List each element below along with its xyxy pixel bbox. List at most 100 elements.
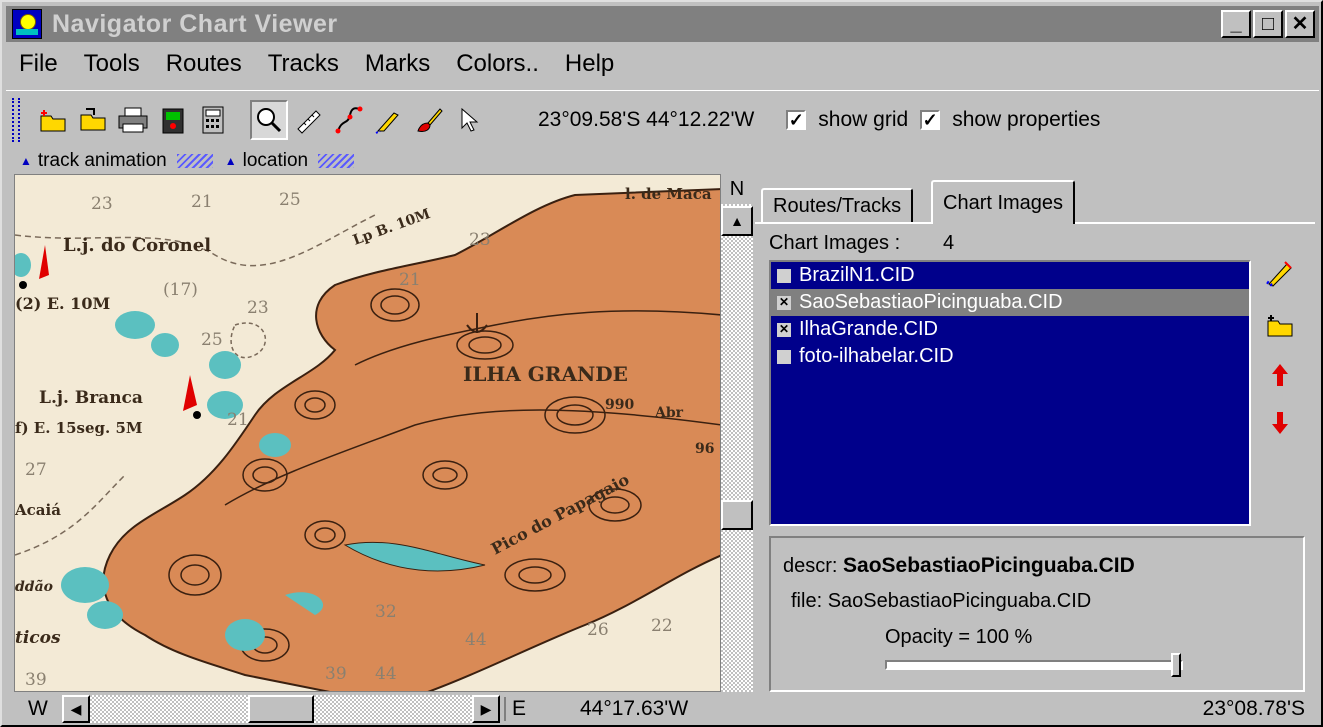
chart-images-page: Chart Images : 4 BrazilN1.CID ✕ SaoSebas… (755, 222, 1315, 692)
open-folder-icon[interactable] (74, 100, 112, 140)
menu-help[interactable]: Help (552, 50, 627, 78)
window-title: Navigator Chart Viewer (52, 9, 338, 38)
descr-label: descr: (783, 555, 838, 577)
map-label: L.j. do Coronel (63, 235, 211, 256)
opacity-slider-thumb[interactable] (1171, 653, 1181, 677)
expand-triangle-icon[interactable]: ▲ (20, 154, 32, 168)
vertical-scroll-thumb[interactable] (721, 500, 753, 530)
file-value: SaoSebastiaoPicinguaba.CID (827, 590, 1092, 612)
zoom-icon[interactable] (250, 99, 288, 140)
opacity-label: Opacity = 100 % (885, 626, 1033, 648)
scroll-up-button[interactable]: ▲ (721, 206, 753, 236)
show-properties-checkbox[interactable]: ✓ (920, 109, 941, 130)
add-image-icon[interactable] (1263, 308, 1297, 342)
show-grid-toggle[interactable]: ✓ show grid (786, 108, 908, 132)
opacity-slider[interactable] (885, 653, 1183, 677)
longitude-readout: 44°17.63'W (580, 697, 689, 720)
scroll-right-button[interactable]: ▶ (472, 695, 500, 723)
depth-sounding: 27 (25, 460, 47, 480)
menu-marks[interactable]: Marks (352, 50, 443, 78)
track-animation-bar[interactable]: ▲ track animation (14, 150, 219, 172)
east-label: E (504, 697, 544, 721)
tab-chart-images[interactable]: Chart Images (931, 180, 1076, 224)
vertical-scrollbar[interactable]: N ▲ (721, 174, 753, 692)
bar-grip-icon[interactable] (176, 154, 213, 168)
depth-sounding: 39 (325, 664, 347, 684)
depth-sounding: 44 (465, 630, 487, 650)
bar-grip-icon[interactable] (318, 154, 355, 168)
list-item[interactable]: ✕ SaoSebastiaoPicinguaba.CID (771, 289, 1249, 316)
depth-sounding: 32 (375, 602, 397, 622)
chart-images-count: 4 (943, 232, 955, 254)
calculator-icon[interactable] (194, 100, 232, 140)
sub-toolbars: ▲ track animation ▲ location (14, 150, 360, 172)
menu-colors[interactable]: Colors.. (443, 50, 552, 78)
depth-sounding: 23 (247, 298, 269, 318)
location-bar[interactable]: ▲ location (219, 150, 360, 172)
horizontal-scrollbar[interactable]: ◀ ▶ (62, 695, 500, 723)
menu-routes[interactable]: Routes (153, 50, 255, 78)
toolbar-grip[interactable] (12, 97, 20, 142)
show-properties-toggle[interactable]: ✓ show properties (920, 108, 1100, 132)
side-panel: Routes/Tracks Chart Images Chart Images … (755, 174, 1319, 692)
depth-sounding: 21 (399, 270, 421, 290)
map-label: l. de Maca (625, 185, 712, 203)
list-item[interactable]: foto-ilhabelar.CID (771, 343, 1249, 370)
depth-sounding: 25 (201, 330, 223, 350)
depth-sounding: 21 (191, 192, 213, 212)
map-label: 96 (695, 441, 714, 457)
menu-file[interactable]: File (6, 50, 71, 78)
mark-brush-icon[interactable] (410, 100, 448, 140)
menu-tools[interactable]: Tools (71, 50, 153, 78)
chart-images-list[interactable]: BrazilN1.CID ✕ SaoSebastiaoPicinguaba.CI… (769, 260, 1251, 526)
show-grid-label: show grid (818, 107, 909, 131)
map-label: Acaiá (15, 501, 61, 519)
depth-sounding: 44 (375, 664, 397, 684)
maximize-button[interactable]: □ (1253, 10, 1283, 38)
gps-device-icon[interactable] (154, 100, 192, 140)
map-label: Abr (654, 405, 684, 421)
status-bar: W ◀ ▶ E 44°17.63'W 23°08.78'S (14, 694, 1317, 724)
light-dot (193, 411, 201, 419)
depth-sounding: (17) (163, 280, 198, 300)
descr-value[interactable]: SaoSebastiaoPicinguaba.CID (843, 554, 1135, 577)
edit-image-icon[interactable] (1263, 256, 1297, 290)
route-icon[interactable] (330, 100, 368, 140)
map-label: (2) E. 10M (15, 294, 110, 313)
latitude-readout: 23°08.78'S (1202, 697, 1305, 720)
tab-routes-tracks[interactable]: Routes/Tracks (761, 188, 914, 222)
close-button[interactable]: ✕ (1285, 10, 1315, 38)
pointer-icon[interactable] (450, 100, 488, 140)
image-properties: descr: SaoSebastiaoPicinguaba.CID file: … (769, 536, 1305, 692)
depth-sounding: 22 (651, 616, 673, 636)
track-pen-icon[interactable] (370, 100, 408, 140)
file-row: file: SaoSebastiaoPicinguaba.CID (791, 590, 1091, 613)
item-checkbox[interactable]: ✕ (777, 295, 791, 310)
show-grid-checkbox[interactable]: ✓ (786, 109, 807, 130)
ruler-icon[interactable] (290, 100, 328, 140)
depth-sounding: 21 (227, 410, 249, 430)
west-label: W (28, 697, 48, 720)
expand-triangle-icon[interactable]: ▲ (225, 154, 237, 168)
location-label: location (242, 150, 309, 171)
open-chart-icon[interactable] (34, 100, 72, 140)
move-down-icon[interactable] (1263, 406, 1297, 440)
north-label: N (721, 174, 753, 204)
map-label: ILHA GRANDE (463, 362, 628, 386)
main-window: Navigator Chart Viewer _ □ ✕ File Tools … (0, 0, 1323, 727)
scroll-left-button[interactable]: ◀ (62, 695, 90, 723)
item-checkbox[interactable] (777, 349, 791, 364)
item-checkbox[interactable] (777, 268, 791, 283)
list-item[interactable]: BrazilN1.CID (771, 262, 1249, 289)
app-icon[interactable] (12, 9, 42, 39)
show-properties-label: show properties (952, 107, 1101, 131)
item-checkbox[interactable]: ✕ (777, 322, 791, 337)
list-item[interactable]: ✕ IlhaGrande.CID (771, 316, 1249, 343)
minimize-button[interactable]: _ (1221, 10, 1251, 38)
horizontal-scroll-thumb[interactable] (248, 695, 314, 723)
depth-sounding: 23 (91, 194, 113, 214)
print-icon[interactable] (114, 100, 152, 140)
chart-map-view[interactable]: L.j. do Coronel (2) E. 10M L.j. Branca f… (14, 174, 721, 692)
move-up-icon[interactable] (1263, 358, 1297, 392)
menu-tracks[interactable]: Tracks (255, 50, 352, 78)
